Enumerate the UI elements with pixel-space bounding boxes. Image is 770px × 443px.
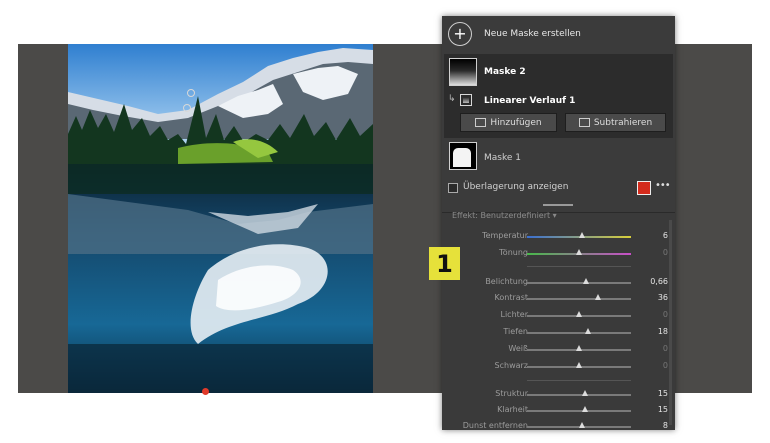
- mask-list: + Neue Maske erstellen Maske 2 ↳ Lineare…: [442, 16, 675, 213]
- plus-icon[interactable]: +: [448, 22, 472, 46]
- overlay-color-swatch[interactable]: [637, 181, 651, 195]
- slider-row: Struktur 15: [442, 389, 675, 401]
- slider-value[interactable]: 15: [640, 389, 668, 398]
- mask-name: Maske 1: [484, 153, 521, 163]
- slider-label: Lichter: [500, 310, 529, 319]
- mask-panel: + Neue Maske erstellen Maske 2 ↳ Lineare…: [442, 16, 675, 430]
- panel-resize-handle[interactable]: [543, 204, 573, 206]
- slider-group-divider: [527, 266, 631, 267]
- slider-handle[interactable]: [594, 294, 601, 300]
- add-mask-icon: [475, 118, 487, 127]
- slider-row: Tönung 0: [442, 248, 675, 260]
- slider-track[interactable]: [527, 410, 631, 412]
- overlay-toggle-row: Überlagerung anzeigen •••: [448, 180, 671, 195]
- slider-label: Klarheit: [497, 405, 528, 414]
- new-mask-label: Neue Maske erstellen: [484, 29, 581, 39]
- slider-handle[interactable]: [576, 311, 582, 317]
- mask-thumbnail[interactable]: [449, 142, 477, 170]
- slider-handle[interactable]: [579, 422, 586, 428]
- slider-row: Dunst entfernen 8: [442, 421, 675, 433]
- slider-label: Kontrast: [494, 293, 528, 302]
- adjustment-sliders: Effekt: Benutzerdefiniert ▾ Temperatur 6 T…: [442, 211, 675, 433]
- mask-thumbnail[interactable]: [449, 58, 477, 86]
- linear-gradient-icon[interactable]: [460, 94, 472, 106]
- slider-label: Temperatur: [482, 231, 528, 240]
- overlay-label: Überlagerung anzeigen: [463, 182, 569, 192]
- subtract-button[interactable]: Subtrahieren: [565, 113, 666, 132]
- slider-value[interactable]: 0: [640, 344, 668, 353]
- slider-row: Lichter 0: [442, 310, 675, 322]
- slider-value[interactable]: 8: [640, 421, 668, 430]
- gradient-pin-center[interactable]: [183, 104, 191, 112]
- slider-value[interactable]: 6: [640, 231, 668, 240]
- slider-handle[interactable]: [576, 362, 582, 368]
- slider-track[interactable]: [527, 394, 631, 396]
- photo-preview[interactable]: [68, 44, 373, 393]
- slider-handle[interactable]: [579, 232, 586, 238]
- mask-item-selected[interactable]: Maske 2 ↳ Linearer Verlauf 1 Hinzufügen …: [444, 54, 673, 138]
- slider-label: Schwarz: [494, 361, 528, 370]
- new-mask-row[interactable]: + Neue Maske erstellen: [448, 22, 581, 46]
- slider-value[interactable]: 15: [640, 405, 668, 414]
- slider-handle[interactable]: [576, 249, 582, 255]
- slider-row: Schwarz 0: [442, 361, 675, 373]
- slider-row: Klarheit 15: [442, 405, 675, 417]
- slider-label: Belichtung: [485, 277, 528, 286]
- slider-label: Dunst entfernen: [462, 421, 528, 430]
- slider-handle[interactable]: [582, 406, 589, 412]
- slider-label: Struktur: [495, 389, 528, 398]
- gradient-pin-bottom[interactable]: [202, 388, 209, 395]
- mask-name: Maske 2: [484, 67, 526, 77]
- add-button-label: Hinzufügen: [490, 117, 542, 128]
- mask-component-name[interactable]: Linearer Verlauf 1: [484, 96, 575, 106]
- slider-handle[interactable]: [583, 278, 590, 284]
- slider-row: Temperatur 6: [442, 231, 675, 243]
- child-arrow-icon: ↳: [448, 94, 456, 104]
- slider-row: Kontrast 36: [442, 293, 675, 305]
- mask-item[interactable]: Maske 1: [444, 140, 673, 174]
- add-button[interactable]: Hinzufügen: [460, 113, 557, 132]
- slider-row: Belichtung 0,66: [442, 277, 675, 289]
- overlay-checkbox[interactable]: [448, 183, 458, 193]
- slider-value[interactable]: 18: [640, 327, 668, 336]
- slider-value[interactable]: 36: [640, 293, 668, 302]
- effect-preset-label: Effekt: Benutzerdefiniert ▾: [452, 211, 557, 220]
- slider-handle[interactable]: [576, 345, 582, 351]
- subtract-button-label: Subtrahieren: [593, 117, 653, 128]
- slider-row: Weiß 0: [442, 344, 675, 356]
- slider-handle[interactable]: [582, 390, 589, 396]
- subtract-mask-icon: [578, 118, 590, 127]
- slider-value[interactable]: 0: [640, 310, 668, 319]
- gradient-pin-top[interactable]: [187, 89, 195, 97]
- slider-track[interactable]: [527, 298, 631, 300]
- slider-value[interactable]: 0: [640, 361, 668, 370]
- more-options-icon[interactable]: •••: [655, 180, 671, 191]
- step-badge: 1: [429, 247, 460, 280]
- slider-group-divider: [527, 380, 631, 381]
- slider-label: Weiß: [508, 344, 528, 353]
- slider-value[interactable]: 0: [640, 248, 668, 257]
- slider-value[interactable]: 0,66: [640, 277, 668, 286]
- slider-track[interactable]: [527, 332, 631, 334]
- landscape-photo: [68, 44, 373, 393]
- slider-track[interactable]: [527, 282, 631, 284]
- slider-label: Tönung: [498, 248, 528, 257]
- slider-row: Tiefen 18: [442, 327, 675, 339]
- slider-label: Tiefen: [503, 327, 528, 336]
- slider-handle[interactable]: [585, 328, 592, 334]
